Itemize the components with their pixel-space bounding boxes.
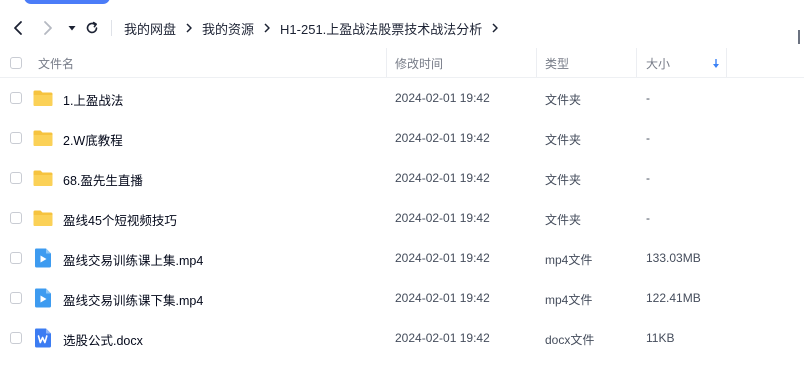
table-row[interactable]: 盈线交易训练课上集.mp4 2024-02-01 19:42 mp4文件 133.03…: [0, 238, 804, 278]
column-header-size[interactable]: 大小: [646, 48, 670, 78]
table-row[interactable]: 选股公式.docx 2024-02-01 19:42 docx文件 11KB: [0, 318, 804, 358]
table-row[interactable]: 68.盈先生直播 2024-02-01 19:42 文件夹 -: [0, 158, 804, 198]
file-type: 文件夹: [545, 133, 582, 147]
file-type: 文件夹: [545, 213, 582, 227]
column-divider[interactable]: [726, 48, 727, 78]
breadcrumb-current[interactable]: H1-251.上盈战法股票技术战法分析: [280, 19, 482, 38]
column-header-time[interactable]: 修改时间: [395, 48, 443, 78]
modified-time: 2024-02-01 19:42: [395, 251, 490, 265]
video-file-icon: [32, 247, 54, 269]
column-header-name[interactable]: 文件名: [38, 48, 74, 78]
file-name[interactable]: 盈线45个短视频技巧: [63, 210, 177, 229]
chevron-right-icon: [263, 23, 271, 33]
column-divider[interactable]: [536, 48, 537, 78]
select-all-checkbox[interactable]: [10, 57, 22, 69]
nav-divider: [111, 20, 112, 36]
row-checkbox[interactable]: [10, 212, 22, 224]
chevron-right-icon[interactable]: [491, 23, 499, 33]
file-size: 133.03MB: [646, 251, 701, 265]
file-size: -: [646, 91, 650, 105]
modified-time: 2024-02-01 19:42: [395, 211, 490, 225]
breadcrumb-item[interactable]: 我的网盘: [124, 19, 176, 38]
file-size: -: [646, 131, 650, 145]
folder-icon: [32, 127, 54, 149]
row-checkbox[interactable]: [10, 332, 22, 344]
chevron-right-icon: [185, 23, 193, 33]
folder-icon: [32, 207, 54, 229]
scrollbar-edge[interactable]: [798, 30, 804, 44]
refresh-icon[interactable]: [82, 18, 102, 38]
table-row[interactable]: 盈线45个短视频技巧 2024-02-01 19:42 文件夹 -: [0, 198, 804, 238]
top-action-button[interactable]: [24, 0, 110, 4]
caret-down-icon[interactable]: [62, 18, 82, 38]
table-row[interactable]: 1.上盈战法 2024-02-01 19:42 文件夹 -: [0, 78, 804, 118]
modified-time: 2024-02-01 19:42: [395, 331, 490, 345]
column-header-type[interactable]: 类型: [545, 48, 569, 78]
file-size: 122.41MB: [646, 291, 701, 305]
row-checkbox[interactable]: [10, 172, 22, 184]
file-type: mp4文件: [545, 253, 593, 267]
file-name[interactable]: 选股公式.docx: [63, 330, 143, 349]
modified-time: 2024-02-01 19:42: [395, 291, 490, 305]
modified-time: 2024-02-01 19:42: [395, 171, 490, 185]
navigation-bar: 我的网盘 我的资源 H1-251.上盈战法股票技术战法分析: [0, 10, 804, 46]
table-row[interactable]: 2.W底教程 2024-02-01 19:42 文件夹 -: [0, 118, 804, 158]
file-type: 文件夹: [545, 93, 582, 107]
file-name[interactable]: 2.W底教程: [63, 130, 123, 149]
modified-time: 2024-02-01 19:42: [395, 91, 490, 105]
file-size: -: [646, 171, 650, 185]
video-file-icon: [32, 287, 54, 309]
chevron-right-icon[interactable]: [38, 18, 58, 38]
table-header: 文件名 修改时间 类型 大小: [0, 48, 804, 78]
table-row[interactable]: 盈线交易训练课下集.mp4 2024-02-01 19:42 mp4文件 122.41…: [0, 278, 804, 318]
file-type: mp4文件: [545, 293, 593, 307]
breadcrumb: 我的网盘 我的资源 H1-251.上盈战法股票技术战法分析: [124, 19, 508, 38]
folder-icon: [32, 87, 54, 109]
folder-icon: [32, 167, 54, 189]
arrow-down-icon[interactable]: [712, 48, 720, 78]
file-size: -: [646, 211, 650, 225]
word-file-icon: [32, 327, 54, 349]
file-size: 11KB: [646, 331, 675, 345]
row-checkbox[interactable]: [10, 92, 22, 104]
file-name[interactable]: 1.上盈战法: [63, 90, 123, 109]
chevron-left-icon[interactable]: [8, 18, 28, 38]
breadcrumb-item[interactable]: 我的资源: [202, 19, 254, 38]
file-name[interactable]: 68.盈先生直播: [63, 170, 143, 189]
column-divider[interactable]: [386, 48, 387, 78]
row-checkbox[interactable]: [10, 292, 22, 304]
file-name[interactable]: 盈线交易训练课上集.mp4: [63, 250, 203, 269]
column-divider[interactable]: [636, 48, 637, 78]
row-checkbox[interactable]: [10, 252, 22, 264]
row-checkbox[interactable]: [10, 132, 22, 144]
file-type: docx文件: [545, 333, 595, 347]
file-type: 文件夹: [545, 173, 582, 187]
modified-time: 2024-02-01 19:42: [395, 131, 490, 145]
file-name[interactable]: 盈线交易训练课下集.mp4: [63, 290, 203, 309]
